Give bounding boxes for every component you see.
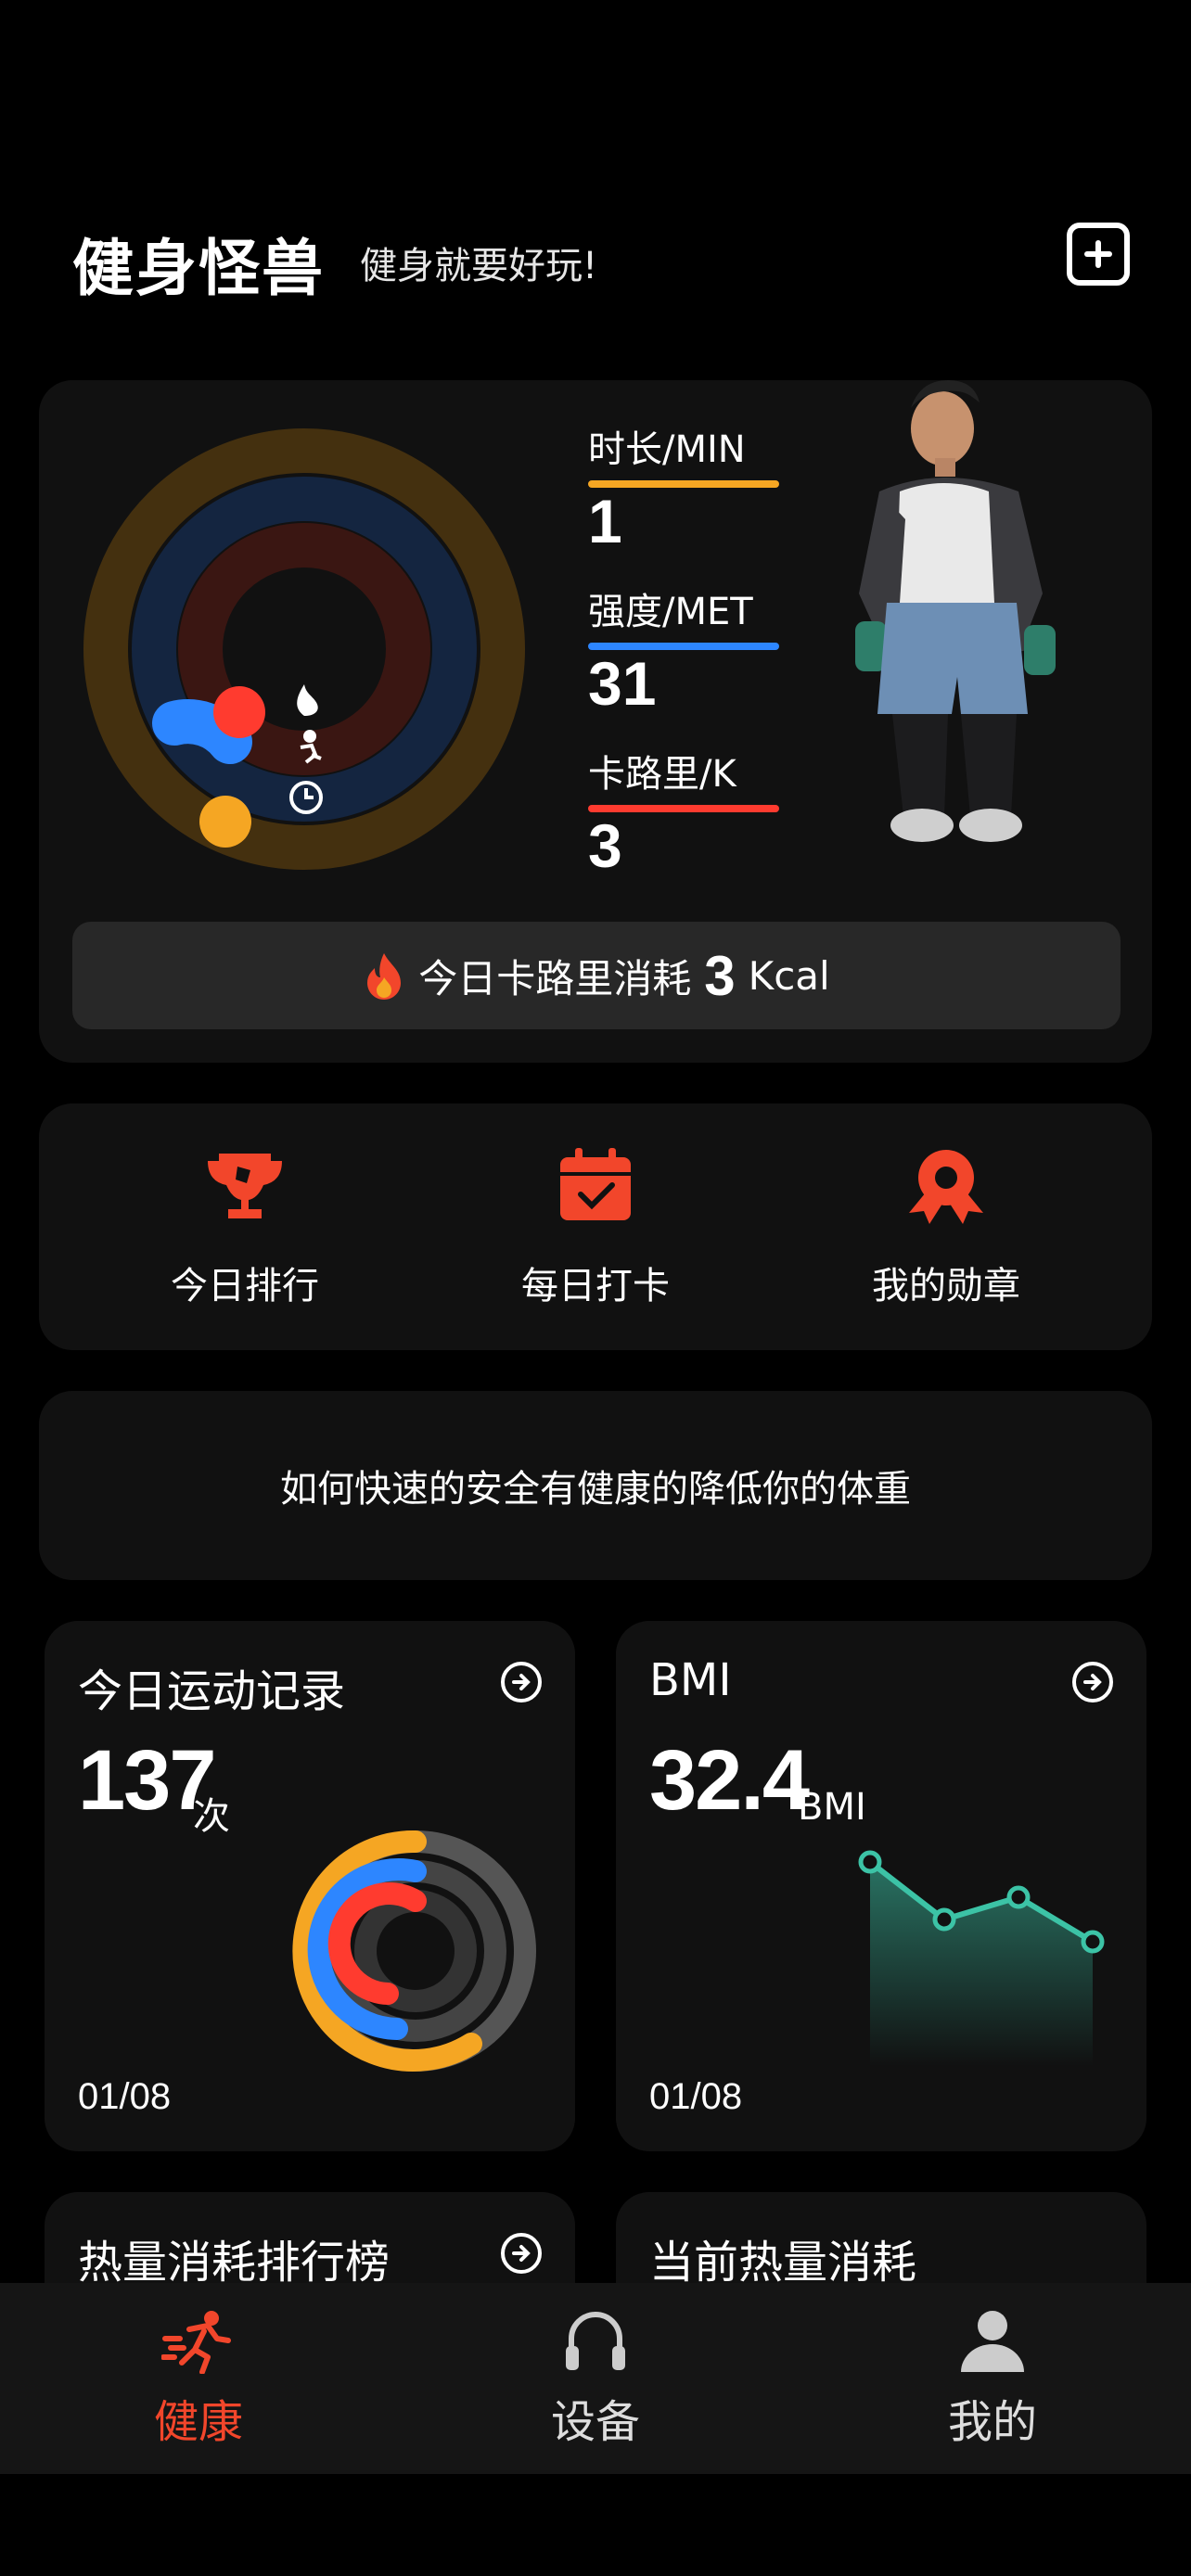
stat-label: 时长/MIN (588, 428, 746, 471)
bmi-unit: BMI (798, 1786, 866, 1829)
stat-duration: 时长/MIN 1 (588, 419, 829, 581)
bottom-tab-bar: 健康 设备 我的 (0, 2283, 1191, 2474)
stat-value: 3 (588, 811, 622, 880)
activity-summary-card[interactable]: 时长/MIN 1 强度/MET 31 卡路里/K 3 今日卡路里消耗 3 Kca… (39, 380, 1152, 1063)
tab-health[interactable]: 健康 (87, 2307, 310, 2450)
headphones-icon (566, 2312, 625, 2370)
today-calorie-unit: Kcal (748, 952, 830, 999)
shortcut-my-medals[interactable]: 我的勋章 (807, 1141, 1085, 1309)
trophy-icon (208, 1154, 282, 1218)
stat-label: 卡路里/K (588, 753, 736, 796)
shortcut-daily-checkin[interactable]: 每日打卡 (456, 1141, 735, 1309)
arrow-right-icon[interactable] (501, 2233, 542, 2274)
tile-title: 热量消耗排行榜 (78, 2237, 391, 2289)
tile-date: 01/08 (78, 2076, 172, 2117)
app-title: 健身怪兽 (72, 233, 325, 304)
user-icon (961, 2311, 1024, 2372)
running-icon (160, 2311, 231, 2375)
shortcut-label: 每日打卡 (521, 1265, 670, 1307)
add-button[interactable] (1067, 223, 1130, 286)
stat-calories: 卡路里/K 3 (588, 744, 829, 906)
bmi-trend-chart (858, 1850, 1105, 2066)
today-calorie-label: 今日卡路里消耗 (418, 955, 692, 1001)
character-avatar (855, 380, 1056, 842)
tab-device[interactable]: 设备 (484, 2307, 707, 2450)
shortcut-label: 我的勋章 (872, 1265, 1020, 1307)
calendar-check-icon (560, 1148, 631, 1220)
stat-label: 强度/MET (588, 591, 753, 633)
tile-title: BMI (649, 1654, 732, 1706)
shortcut-label: 今日排行 (171, 1265, 319, 1307)
tab-label: 我的 (947, 2396, 1037, 2448)
stat-value: 1 (588, 487, 622, 555)
tile-title: 当前热量消耗 (649, 2237, 917, 2289)
header: 健身怪兽 健身就要好玩! (72, 215, 1130, 304)
exercise-unit: 次 (193, 1795, 230, 1838)
exercise-rings (292, 1830, 536, 2072)
fire-icon (297, 684, 318, 716)
app-slogan: 健身就要好玩! (360, 245, 598, 287)
today-calorie-bar[interactable]: 今日卡路里消耗 3 Kcal (72, 922, 1121, 1029)
article-title: 如何快速的安全有健康的降低你的体重 (280, 1468, 911, 1511)
tile-title: 今日运动记录 (78, 1665, 346, 1717)
bmi-value: 32.4 (649, 1733, 810, 1828)
exercise-record-tile[interactable]: 今日运动记录 137 次 01/08 (45, 1621, 575, 2151)
medal-icon (909, 1150, 983, 1224)
tab-label: 设备 (550, 2396, 640, 2448)
activity-rings (83, 428, 525, 870)
tab-label: 健康 (153, 2396, 243, 2448)
today-calorie-value: 3 (704, 944, 736, 1007)
bmi-tile[interactable]: BMI 32.4 BMI 01/08 (616, 1621, 1146, 2151)
shortcut-card: 今日排行 每日打卡 我的勋章 (39, 1103, 1152, 1350)
article-banner[interactable]: 如何快速的安全有健康的降低你的体重 (39, 1391, 1152, 1580)
flame-icon (367, 953, 402, 1000)
stat-intensity: 强度/MET 31 (588, 581, 829, 744)
stats-list: 时长/MIN 1 强度/MET 31 卡路里/K 3 (588, 419, 829, 906)
tile-date: 01/08 (649, 2076, 743, 2117)
arrow-right-icon[interactable] (1072, 1662, 1113, 1702)
tab-mine[interactable]: 我的 (881, 2307, 1104, 2450)
arrow-right-icon[interactable] (501, 1662, 542, 1702)
stat-value: 31 (588, 649, 657, 718)
shortcut-today-ranking[interactable]: 今日排行 (106, 1141, 384, 1309)
